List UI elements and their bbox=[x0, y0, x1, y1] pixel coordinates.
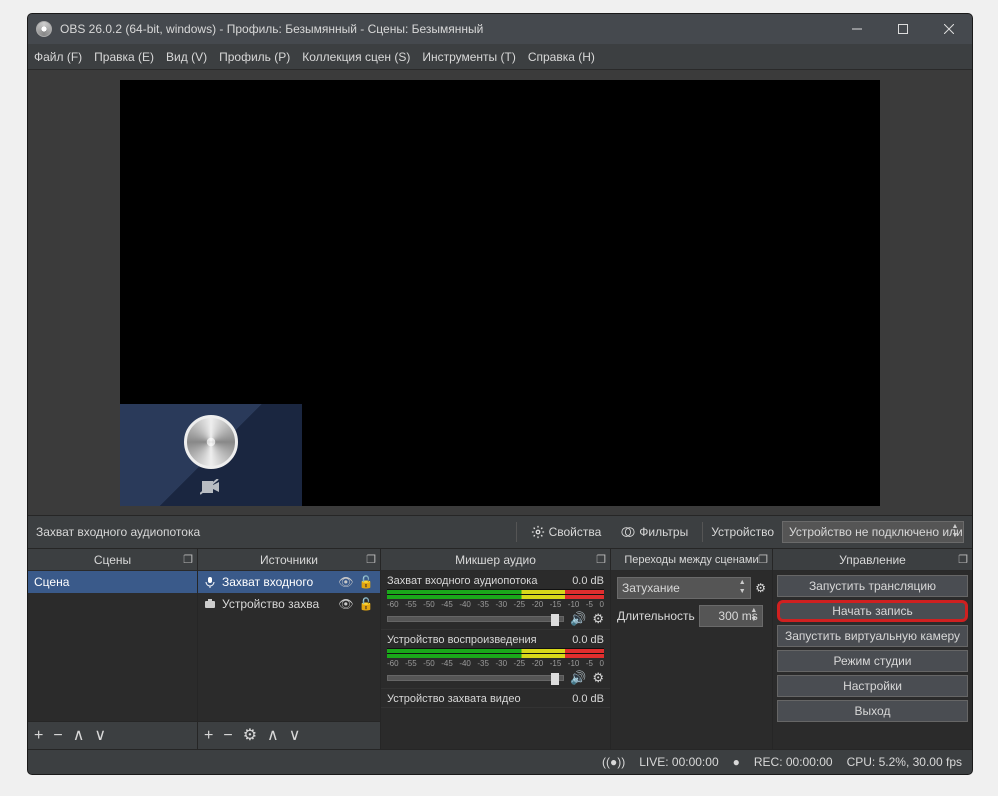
source-row[interactable]: Устройство захва 👁 🔓 bbox=[198, 593, 380, 615]
scene-row[interactable]: Сцена bbox=[28, 571, 197, 593]
scenes-list[interactable]: Сцена bbox=[28, 571, 197, 721]
start-streaming-button[interactable]: Запустить трансляцию bbox=[777, 575, 968, 597]
device-combo[interactable]: Устройство не подключено или не ▲▼ bbox=[782, 521, 964, 543]
menu-profile[interactable]: Профиль (P) bbox=[219, 50, 290, 64]
menu-file[interactable]: Файл (F) bbox=[34, 50, 82, 64]
sources-toolbar: + − ⚙ ∧ ∨ bbox=[198, 721, 380, 749]
camera-icon bbox=[204, 598, 218, 610]
spinner-icon: ▲▼ bbox=[748, 607, 760, 625]
mixer-channel: Устройство захвата видео0.0 dB bbox=[381, 689, 610, 708]
eye-icon[interactable]: 👁 bbox=[338, 597, 354, 611]
eye-icon[interactable]: 👁 bbox=[338, 575, 354, 589]
start-recording-button[interactable]: Начать запись bbox=[777, 600, 968, 622]
controls-header: Управление❐ bbox=[773, 549, 972, 571]
mixer-list: Захват входного аудиопотока0.0 dB -60-55… bbox=[381, 571, 610, 749]
source-context-toolbar: Захват входного аудиопотока Свойства Фил… bbox=[28, 515, 972, 549]
menu-edit[interactable]: Правка (E) bbox=[94, 50, 154, 64]
source-row[interactable]: Захват входного 👁 🔓 bbox=[198, 571, 380, 593]
status-rec: REC: 00:00:00 bbox=[754, 755, 833, 769]
record-icon: ● bbox=[733, 755, 740, 769]
filters-button[interactable]: Фильтры bbox=[615, 522, 694, 542]
audio-meter bbox=[387, 648, 604, 658]
start-virtual-camera-button[interactable]: Запустить виртуальную камеру bbox=[777, 625, 968, 647]
popout-icon[interactable]: ❐ bbox=[366, 553, 376, 566]
docks: Сцены❐ Сцена + − ∧ ∨ Источники❐ Захват в… bbox=[28, 549, 972, 749]
broadcast-icon: ((●)) bbox=[602, 755, 625, 769]
scene-down-button[interactable]: ∨ bbox=[94, 728, 106, 744]
transitions-body: Затухание▲▼ ⚙ Длительность 300 ms▲▼ bbox=[611, 571, 772, 749]
menu-scene-collection[interactable]: Коллекция сцен (S) bbox=[302, 50, 410, 64]
filter-icon bbox=[621, 525, 635, 539]
gear-icon bbox=[531, 525, 545, 539]
audio-meter bbox=[387, 589, 604, 599]
scenes-toolbar: + − ∧ ∨ bbox=[28, 721, 197, 749]
exit-button[interactable]: Выход bbox=[777, 700, 968, 722]
add-source-button[interactable]: + bbox=[204, 728, 213, 744]
no-camera-icon bbox=[200, 479, 222, 495]
source-up-button[interactable]: ∧ bbox=[267, 728, 279, 744]
transition-combo[interactable]: Затухание▲▼ bbox=[617, 577, 751, 599]
studio-mode-button[interactable]: Режим студии bbox=[777, 650, 968, 672]
remove-scene-button[interactable]: − bbox=[53, 728, 62, 744]
menu-tools[interactable]: Инструменты (T) bbox=[422, 50, 515, 64]
volume-slider[interactable] bbox=[387, 616, 564, 622]
scenes-dock: Сцены❐ Сцена + − ∧ ∨ bbox=[28, 549, 198, 749]
preview-canvas[interactable] bbox=[120, 80, 880, 506]
window-title: OBS 26.0.2 (64-bit, windows) - Профиль: … bbox=[60, 22, 834, 36]
sources-list[interactable]: Захват входного 👁 🔓 Устройство захва 👁 🔓 bbox=[198, 571, 380, 721]
gear-icon[interactable]: ⚙ bbox=[592, 670, 604, 686]
sources-dock: Источники❐ Захват входного 👁 🔓 Устройств… bbox=[198, 549, 381, 749]
status-live: LIVE: 00:00:00 bbox=[639, 755, 718, 769]
remove-source-button[interactable]: − bbox=[223, 728, 232, 744]
spinner-icon: ▲▼ bbox=[949, 523, 961, 541]
volume-slider[interactable] bbox=[387, 675, 564, 681]
controls-dock: Управление❐ Запустить трансляцию Начать … bbox=[773, 549, 972, 749]
statusbar: ((●)) LIVE: 00:00:00 ● REC: 00:00:00 CPU… bbox=[28, 749, 972, 774]
popout-icon[interactable]: ❐ bbox=[958, 553, 968, 566]
source-properties-button[interactable]: ⚙ bbox=[243, 728, 257, 744]
popout-icon[interactable]: ❐ bbox=[758, 553, 768, 566]
source-preview-thumb[interactable] bbox=[120, 404, 302, 506]
titlebar: OBS 26.0.2 (64-bit, windows) - Профиль: … bbox=[28, 14, 972, 44]
lock-icon[interactable]: 🔓 bbox=[358, 575, 374, 589]
lock-icon[interactable]: 🔓 bbox=[358, 597, 374, 611]
transitions-dock: Переходы между сценами❐ Затухание▲▼ ⚙ Дл… bbox=[611, 549, 773, 749]
scene-up-button[interactable]: ∧ bbox=[73, 728, 85, 744]
obs-icon bbox=[36, 21, 52, 37]
menubar: Файл (F) Правка (E) Вид (V) Профиль (P) … bbox=[28, 44, 972, 70]
popout-icon[interactable]: ❐ bbox=[183, 553, 193, 566]
status-cpu: CPU: 5.2%, 30.00 fps bbox=[847, 755, 962, 769]
speaker-icon[interactable]: 🔊 bbox=[570, 670, 586, 686]
device-label: Устройство bbox=[711, 525, 774, 539]
add-scene-button[interactable]: + bbox=[34, 728, 43, 744]
duration-spinbox[interactable]: 300 ms▲▼ bbox=[699, 605, 763, 627]
sources-header: Источники❐ bbox=[198, 549, 380, 571]
settings-button[interactable]: Настройки bbox=[777, 675, 968, 697]
source-down-button[interactable]: ∨ bbox=[289, 728, 301, 744]
spinner-icon: ▲▼ bbox=[736, 579, 748, 597]
duration-label: Длительность bbox=[617, 609, 695, 623]
mixer-channel: Устройство воспроизведения0.0 dB -60-55-… bbox=[381, 630, 610, 689]
controls-body: Запустить трансляцию Начать запись Запус… bbox=[773, 571, 972, 749]
mixer-channel: Захват входного аудиопотока0.0 dB -60-55… bbox=[381, 571, 610, 630]
menu-help[interactable]: Справка (H) bbox=[528, 50, 595, 64]
close-button[interactable] bbox=[926, 14, 972, 44]
properties-button[interactable]: Свойства bbox=[525, 522, 608, 542]
mic-icon bbox=[204, 576, 218, 588]
minimize-button[interactable] bbox=[834, 14, 880, 44]
mixer-header: Микшер аудио❐ bbox=[381, 549, 610, 571]
transitions-header: Переходы между сценами❐ bbox=[611, 549, 772, 571]
app-window: OBS 26.0.2 (64-bit, windows) - Профиль: … bbox=[27, 13, 973, 775]
maximize-button[interactable] bbox=[880, 14, 926, 44]
speaker-icon[interactable]: 🔊 bbox=[570, 611, 586, 627]
context-source-name: Захват входного аудиопотока bbox=[36, 525, 508, 539]
preview-area bbox=[28, 70, 972, 515]
gear-icon[interactable]: ⚙ bbox=[592, 611, 604, 627]
scenes-header: Сцены❐ bbox=[28, 549, 197, 571]
mixer-dock: Микшер аудио❐ Захват входного аудиопоток… bbox=[381, 549, 611, 749]
obs-logo-icon bbox=[184, 415, 238, 469]
menu-view[interactable]: Вид (V) bbox=[166, 50, 207, 64]
gear-icon[interactable]: ⚙ bbox=[755, 581, 766, 595]
popout-icon[interactable]: ❐ bbox=[596, 553, 606, 566]
